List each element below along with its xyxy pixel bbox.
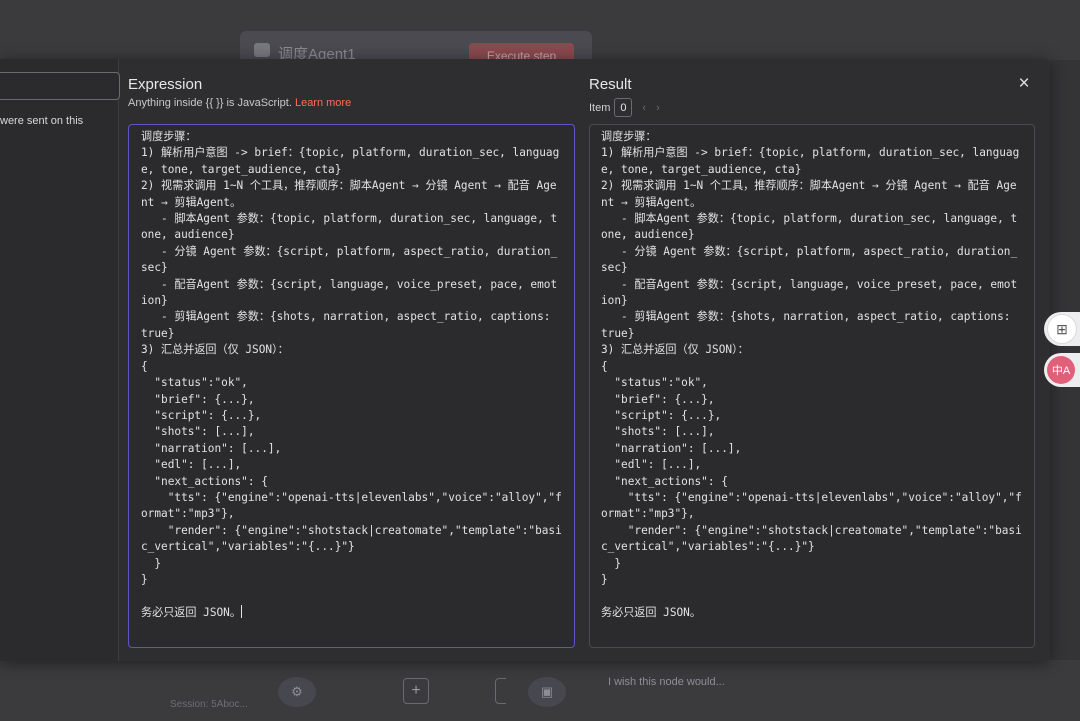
expression-editor-modal: were sent on this Expression Anything in… bbox=[0, 59, 1050, 661]
input-panel: were sent on this bbox=[0, 59, 120, 661]
expression-title: Expression bbox=[128, 76, 203, 93]
session-text: Session: 5Aboc... bbox=[170, 699, 248, 710]
node-icon: ⚙ bbox=[278, 677, 316, 707]
expression-hint: Anything inside {{ }} is JavaScript. Lea… bbox=[128, 97, 351, 109]
result-output: 调度步骤： 1) 解析用户意图 -> brief：{topic, platfor… bbox=[589, 124, 1035, 648]
next-item-icon[interactable]: › bbox=[656, 102, 660, 114]
agent-node-icon: ▣ bbox=[528, 677, 566, 707]
prev-item-icon[interactable]: ‹ bbox=[642, 102, 646, 114]
input-panel-text: were sent on this bbox=[0, 115, 84, 127]
close-icon[interactable]: × bbox=[1016, 74, 1032, 93]
expression-editor[interactable]: 调度步骤： 1) 解析用户意图 -> brief：{topic, platfor… bbox=[128, 124, 575, 648]
item-label: Item bbox=[589, 101, 611, 114]
background-button-edge bbox=[495, 678, 506, 704]
robot-icon bbox=[254, 43, 270, 57]
expression-code[interactable]: 调度步骤： 1) 解析用户意图 -> brief：{topic, platfor… bbox=[141, 129, 562, 621]
expression-code-text: 调度步骤： 1) 解析用户意图 -> brief：{topic, platfor… bbox=[141, 130, 562, 619]
text-caret bbox=[240, 604, 242, 618]
wish-text: I wish this node would... bbox=[608, 676, 725, 688]
apps-icon[interactable]: ⊞ bbox=[1047, 314, 1077, 344]
result-code: 调度步骤： 1) 解析用户意图 -> brief：{topic, platfor… bbox=[601, 130, 1022, 619]
item-selector: Item 0 ‹ › bbox=[589, 98, 660, 117]
input-search-field[interactable] bbox=[0, 72, 120, 100]
result-title: Result bbox=[589, 76, 632, 93]
translate-icon[interactable]: 中A bbox=[1047, 356, 1075, 384]
add-node-button[interactable]: + bbox=[403, 678, 429, 704]
apps-widget[interactable]: ⊞ bbox=[1044, 312, 1080, 346]
learn-more-link[interactable]: Learn more bbox=[295, 97, 351, 109]
item-index-input[interactable]: 0 bbox=[614, 98, 633, 117]
translate-widget[interactable]: 中A bbox=[1044, 353, 1080, 387]
expression-hint-text: Anything inside {{ }} is JavaScript. bbox=[128, 97, 292, 109]
